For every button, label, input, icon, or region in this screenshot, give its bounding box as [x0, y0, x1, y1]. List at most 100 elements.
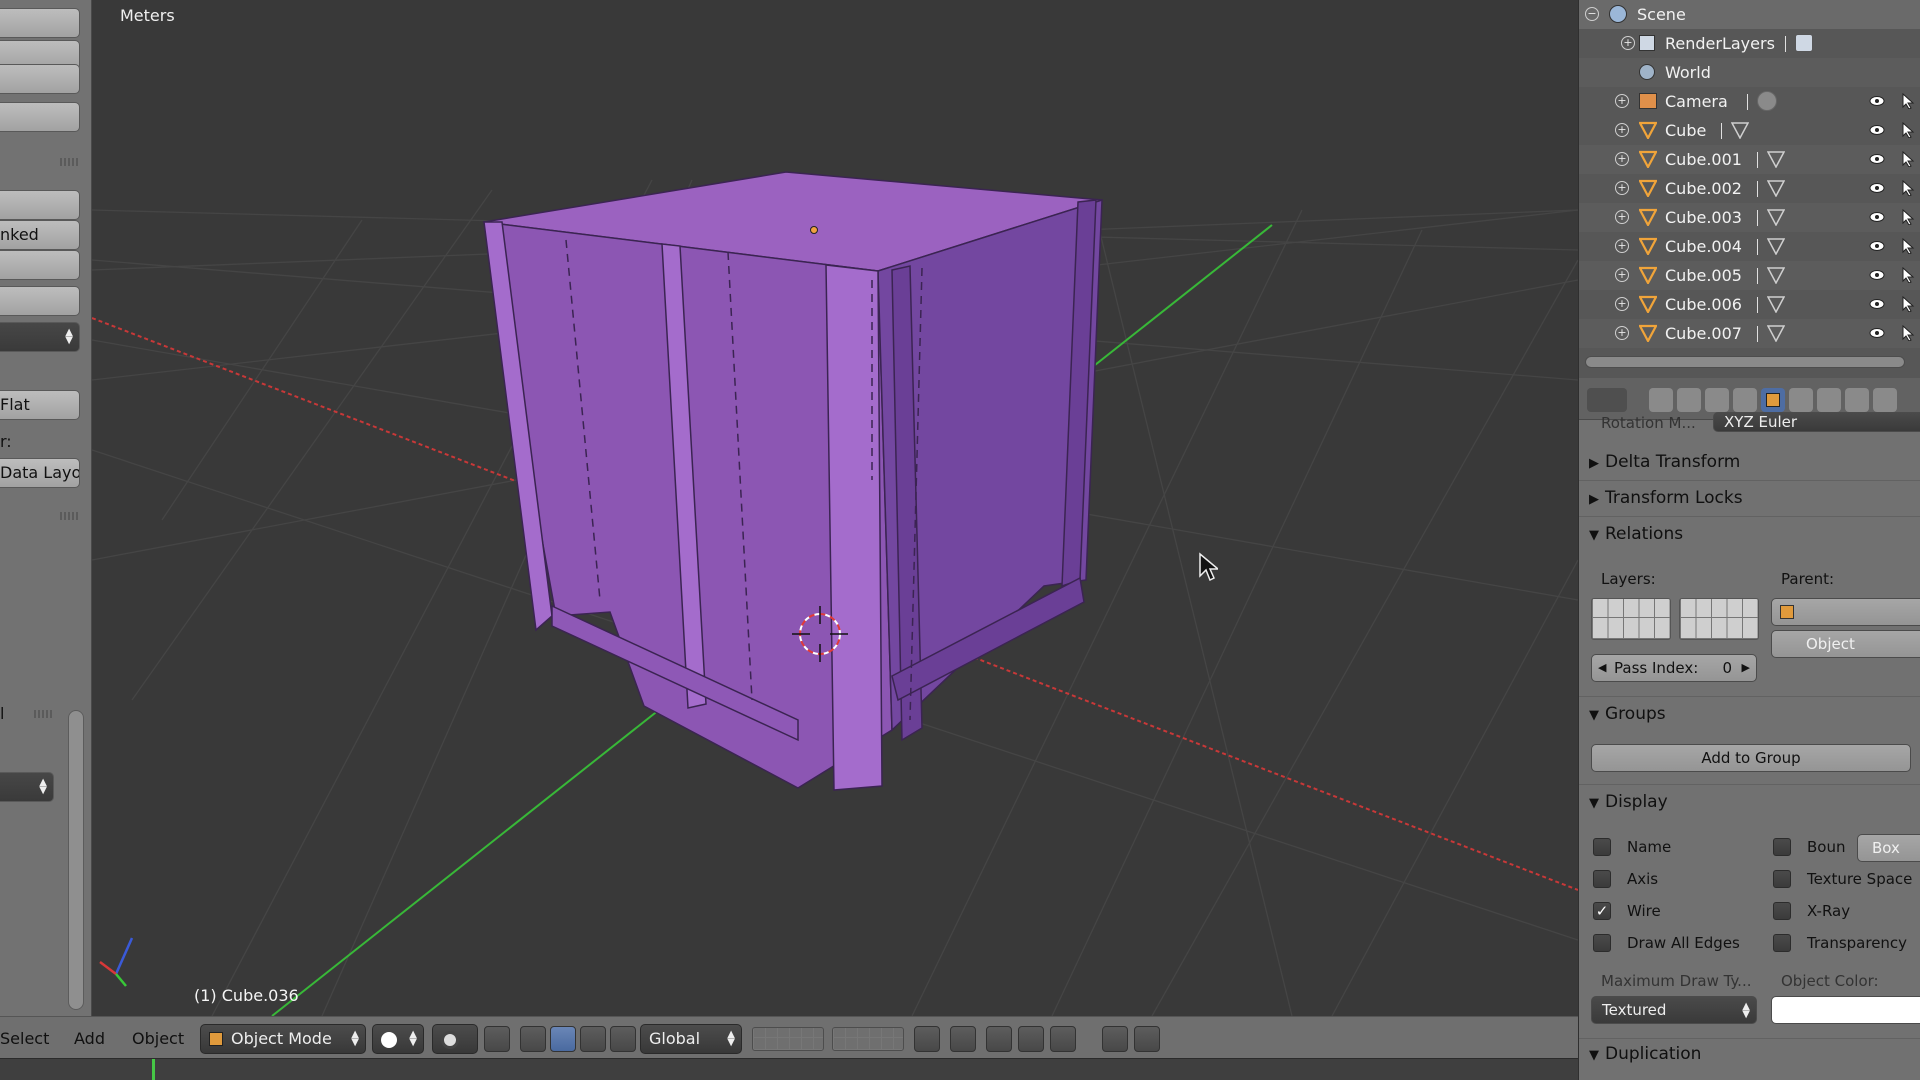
expand-icon[interactable]: +	[1615, 326, 1629, 340]
scale-manipulator-icon[interactable]	[580, 1026, 606, 1052]
snap-toggle-icon[interactable]	[1018, 1026, 1044, 1052]
visibility-eye-icon[interactable]	[1869, 182, 1885, 194]
decrement-icon[interactable]: ◀	[1598, 655, 1606, 681]
expand-icon[interactable]: +	[1615, 297, 1629, 311]
transform-locks-header[interactable]: ▶ Transform Locks	[1589, 488, 1743, 508]
world-tab-icon[interactable]	[1733, 388, 1757, 412]
render-animation-icon[interactable]	[1134, 1026, 1160, 1052]
outliner-row-object[interactable]: + Cube.007	[1579, 319, 1920, 348]
shading-flat-button[interactable]: Flat	[0, 390, 80, 420]
current-frame-marker[interactable]	[152, 1059, 155, 1080]
panel-grip-icon[interactable]	[60, 158, 78, 166]
object-origin-dot[interactable]	[810, 226, 818, 234]
groups-header[interactable]: ▼ Groups	[1589, 704, 1666, 724]
pivot-point-dropdown[interactable]	[432, 1024, 478, 1054]
link-button[interactable]: nked	[0, 220, 80, 250]
3d-viewport[interactable]: Meters (1) Cube.036	[92, 0, 1578, 1016]
mesh-data-icon[interactable]	[1767, 150, 1785, 168]
mesh-data-icon[interactable]	[1767, 179, 1785, 197]
mesh-data-icon[interactable]	[1767, 237, 1785, 255]
tool-button[interactable]	[0, 64, 80, 94]
visibility-eye-icon[interactable]	[1869, 211, 1885, 223]
outliner-row-object[interactable]: + Cube.002	[1579, 174, 1920, 203]
curve-manipulator-icon[interactable]	[610, 1026, 636, 1052]
expand-icon[interactable]: +	[1615, 94, 1629, 108]
tool-button[interactable]	[0, 8, 80, 38]
expand-icon[interactable]: +	[1615, 181, 1629, 195]
menu-select[interactable]: Select	[0, 1029, 49, 1048]
tool-button[interactable]	[0, 250, 80, 280]
outliner-row-scene[interactable]: − Scene	[1579, 0, 1920, 29]
visibility-eye-icon[interactable]	[1869, 153, 1885, 165]
selectability-arrow-icon[interactable]	[1901, 296, 1915, 312]
panel-grip-icon[interactable]	[34, 710, 52, 718]
render-layers-tab-icon[interactable]	[1677, 388, 1701, 412]
data-layout-button[interactable]: Data Layo	[0, 458, 80, 488]
bounds-type-dropdown[interactable]: Box	[1857, 834, 1920, 862]
visibility-eye-icon[interactable]	[1869, 124, 1885, 136]
object-layers-grid[interactable]	[1679, 598, 1759, 640]
parent-field[interactable]	[1771, 598, 1920, 626]
menu-add[interactable]: Add	[74, 1029, 105, 1048]
outliner-row-object[interactable]: + Cube.003	[1579, 203, 1920, 232]
panel-grip-icon[interactable]	[60, 512, 78, 520]
selectability-arrow-icon[interactable]	[1901, 180, 1915, 196]
selectability-arrow-icon[interactable]	[1901, 122, 1915, 138]
visibility-eye-icon[interactable]	[1869, 327, 1885, 339]
name-checkbox[interactable]	[1593, 838, 1611, 856]
constraints-tab-icon[interactable]	[1789, 388, 1813, 412]
selectability-arrow-icon[interactable]	[1901, 209, 1915, 225]
mesh-data-icon[interactable]	[1767, 266, 1785, 284]
expand-icon[interactable]: +	[1615, 268, 1629, 282]
max-draw-type-dropdown[interactable]: Textured ▲ ▼	[1591, 996, 1757, 1024]
layer-buttons[interactable]	[832, 1027, 904, 1051]
selectability-arrow-icon[interactable]	[1901, 93, 1915, 109]
outliner-row-object[interactable]: + Cube.005	[1579, 261, 1920, 290]
object-layers-grid[interactable]	[1591, 598, 1671, 640]
outliner-scrollbar[interactable]	[1585, 356, 1905, 368]
visibility-eye-icon[interactable]	[1869, 95, 1885, 107]
selectability-arrow-icon[interactable]	[1901, 151, 1915, 167]
display-header[interactable]: ▼ Display	[1589, 792, 1668, 812]
outliner-row-camera[interactable]: + Camera	[1579, 87, 1920, 116]
axis-checkbox[interactable]	[1593, 870, 1611, 888]
tool-button[interactable]	[0, 190, 80, 220]
selectability-arrow-icon[interactable]	[1901, 267, 1915, 283]
duplication-header[interactable]: ▼ Duplication	[1589, 1044, 1701, 1064]
layer-buttons[interactable]	[752, 1027, 824, 1051]
outliner-row-object[interactable]: + Cube.004	[1579, 232, 1920, 261]
modifiers-tab-icon[interactable]	[1817, 388, 1841, 412]
expand-icon[interactable]: +	[1621, 36, 1635, 50]
expand-icon[interactable]: +	[1615, 210, 1629, 224]
xray-checkbox[interactable]	[1773, 902, 1791, 920]
proportional-edit-icon[interactable]	[950, 1026, 976, 1052]
expand-icon[interactable]: +	[1615, 123, 1629, 137]
cube-mesh[interactable]	[483, 171, 1103, 791]
outliner-row-world[interactable]: World	[1579, 58, 1920, 87]
mode-selector[interactable]: Object Mode ▲ ▼	[200, 1024, 366, 1054]
wire-checkbox[interactable]: ✓	[1593, 902, 1611, 920]
visibility-eye-icon[interactable]	[1869, 269, 1885, 281]
rotation-mode-dropdown[interactable]: XYZ Euler	[1713, 412, 1920, 432]
outliner-row-object[interactable]: + Cube.006	[1579, 290, 1920, 319]
editor-type-icon[interactable]	[1587, 388, 1627, 412]
tool-button[interactable]	[0, 102, 80, 132]
lock-layers-icon[interactable]	[914, 1026, 940, 1052]
mesh-data-icon[interactable]	[1767, 324, 1785, 342]
tool-button[interactable]	[0, 286, 80, 316]
transform-orientation-dropdown[interactable]: Global ▲ ▼	[640, 1024, 742, 1054]
mesh-data-icon[interactable]	[1767, 208, 1785, 226]
bounds-checkbox[interactable]	[1773, 838, 1791, 856]
menu-object[interactable]: Object	[132, 1029, 184, 1048]
mesh-data-icon[interactable]	[1731, 121, 1749, 139]
increment-icon[interactable]: ▶	[1742, 655, 1750, 681]
object-color-swatch[interactable]	[1771, 996, 1920, 1024]
scene-tab-icon[interactable]	[1705, 388, 1729, 412]
falloff-icon[interactable]	[986, 1026, 1012, 1052]
visibility-eye-icon[interactable]	[1869, 240, 1885, 252]
render-layer-data-icon[interactable]	[1795, 34, 1813, 52]
camera-data-icon[interactable]	[1757, 91, 1777, 111]
object-tab-icon[interactable]	[1761, 388, 1785, 412]
translate-manipulator-icon[interactable]	[520, 1026, 546, 1052]
delta-transform-header[interactable]: ▶ Delta Transform	[1589, 452, 1740, 472]
